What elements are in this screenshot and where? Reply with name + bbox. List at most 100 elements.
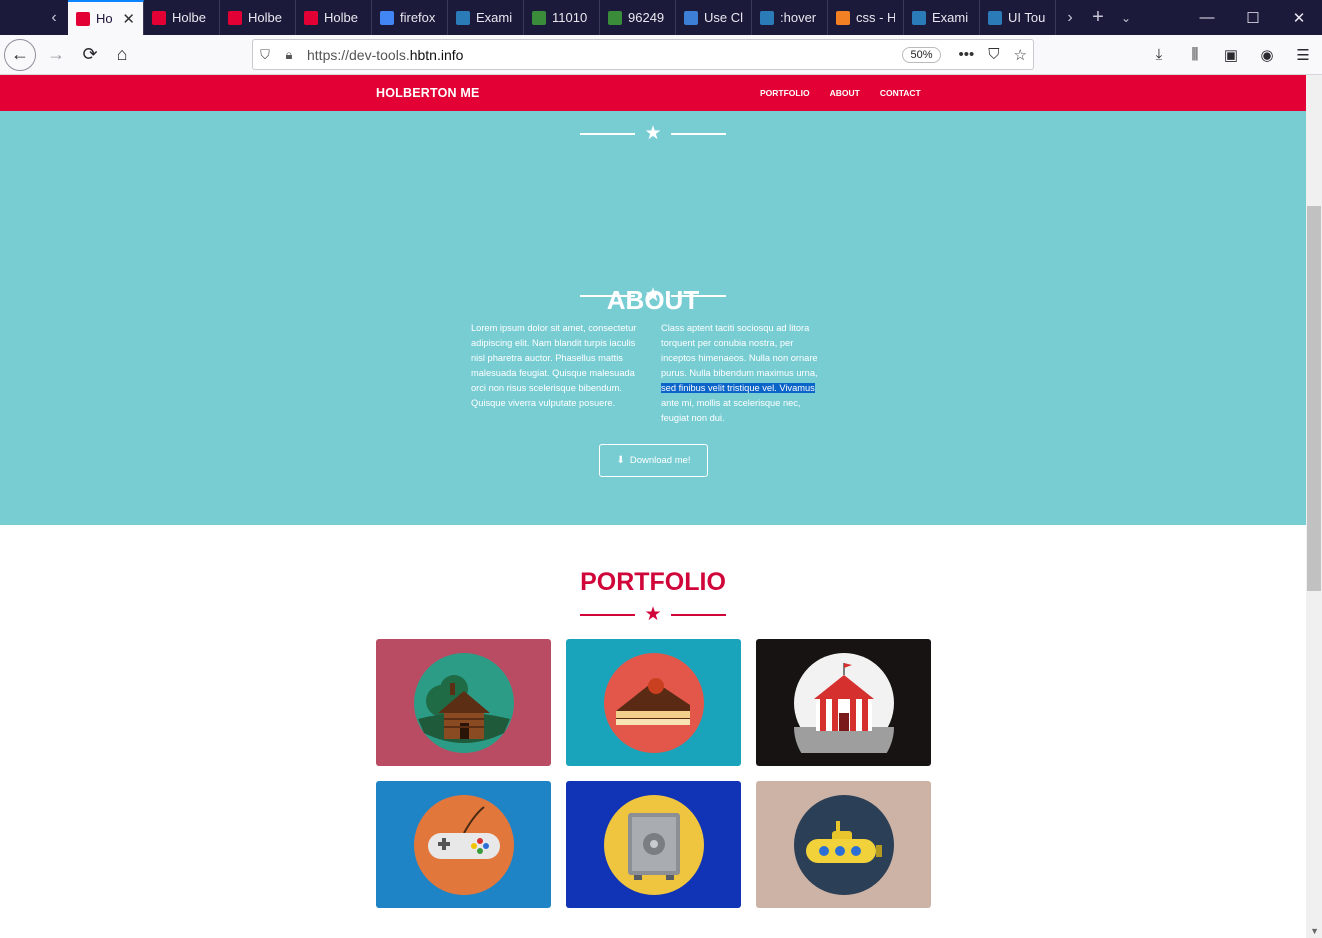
star-icon: ★ [644, 285, 662, 306]
back-icon[interactable]: ← [4, 38, 36, 71]
reload-icon[interactable]: ⟳ [74, 39, 106, 71]
browser-tab[interactable]: css - H [828, 0, 904, 35]
browser-tab[interactable]: Exami [904, 0, 980, 35]
nav-link-contact[interactable]: CONTACT [880, 88, 921, 98]
minimize-icon[interactable]: — [1184, 0, 1230, 35]
url-text[interactable]: https://dev-tools.hbtn.info [307, 47, 902, 63]
tab-title: Exami [932, 10, 969, 25]
tab-title: Holbe [172, 10, 206, 25]
forward-icon[interactable]: → [40, 39, 72, 71]
tab-bar: ‹ Ho ✕ Holbe Holbe Holbe firefox Exami 11010 962… [0, 0, 1322, 35]
tab-scroll-left-icon[interactable]: ‹ [40, 0, 68, 35]
portfolio-item-submarine[interactable] [756, 781, 931, 908]
nav-link-portfolio[interactable]: PORTFOLIO [760, 88, 810, 98]
browser-tab[interactable]: Holbe [296, 0, 372, 35]
navigation-toolbar: ← → ⟳ ⌂ ⛉ 🔒︎ https://dev-tools.hbtn.info… [0, 35, 1322, 75]
seahorse-icon [152, 10, 166, 25]
tracking-shield-icon[interactable]: ⛉ [253, 47, 277, 63]
browser-tab[interactable]: firefox [372, 0, 448, 35]
tab-scroll-right-icon[interactable]: › [1056, 0, 1084, 35]
tab-title: 11010 [552, 10, 588, 25]
tab-title: Ho [96, 11, 113, 26]
tab-title: Exami [476, 10, 513, 25]
browser-tab[interactable]: 11010 [524, 0, 600, 35]
selected-text: sed finibus velit tristique vel. Vivamus [661, 383, 815, 393]
dots-icon [684, 10, 698, 25]
page-scrollbar[interactable]: ▼ [1306, 75, 1322, 938]
menu-icon[interactable]: ☰ [1290, 39, 1316, 70]
seahorse-icon [304, 10, 318, 25]
browser-tab[interactable]: Use Cl [676, 0, 752, 35]
nav-link-about[interactable]: ABOUT [830, 88, 860, 98]
codepen-icon [456, 10, 470, 25]
browser-tab[interactable]: Exami [448, 0, 524, 35]
stackoverflow-icon [836, 10, 850, 25]
site-navbar: HOLBERTON ME PORTFOLIO ABOUT CONTACT [0, 75, 1306, 111]
maximize-icon[interactable]: ☐ [1230, 0, 1276, 35]
tab-list-icon[interactable]: ⌄ [1112, 0, 1140, 35]
portfolio-item-safe[interactable] [566, 781, 741, 908]
portfolio-item-gamepad[interactable] [376, 781, 551, 908]
about-divider: ★ [580, 286, 726, 306]
portfolio-title: PORTFOLIO [580, 568, 726, 596]
scrollbar-thumb[interactable] [1307, 206, 1321, 591]
sidebar-icon[interactable]: ▣ [1218, 39, 1244, 70]
pocket-icon[interactable]: ⛉ [988, 46, 999, 64]
safe-icon [603, 794, 704, 895]
browser-tab[interactable]: Holbe [220, 0, 296, 35]
game-controller-icon [413, 794, 514, 895]
new-tab-icon[interactable]: + [1084, 0, 1112, 35]
bug-icon [532, 10, 546, 25]
page-viewport: HOLBERTON ME PORTFOLIO ABOUT CONTACT ★ A… [0, 75, 1322, 938]
close-window-icon[interactable]: ✕ [1276, 0, 1322, 35]
codepen-icon [912, 10, 926, 25]
seahorse-icon [76, 11, 90, 26]
account-icon[interactable]: ◉ [1254, 39, 1280, 70]
downloads-icon[interactable]: ⤓ [1146, 39, 1172, 70]
browser-tab[interactable]: Ho ✕ [68, 0, 144, 35]
about-section: ★ ABOUT ★ Lorem ipsum dolor sit amet, co… [0, 111, 1306, 525]
library-icon[interactable]: ⫼ [1182, 39, 1208, 70]
star-icon: ★ [644, 604, 662, 625]
browser-tab[interactable]: Holbe [144, 0, 220, 35]
about-text-left: Lorem ipsum dolor sit amet, consectetur … [471, 323, 637, 408]
codepen-icon [760, 10, 774, 25]
portfolio-divider: ★ [580, 605, 726, 625]
google-icon [380, 10, 394, 25]
tab-title: Use Cl [704, 10, 743, 25]
browser-tab[interactable]: :hover [752, 0, 828, 35]
portfolio-item-cabin[interactable] [376, 639, 551, 766]
submarine-icon [793, 794, 894, 895]
bug-icon [608, 10, 622, 25]
tab-title: UI Tou [1008, 10, 1046, 25]
tab-title: Holbe [324, 10, 358, 25]
zoom-indicator[interactable]: 50% [902, 46, 941, 63]
scroll-down-icon[interactable]: ▼ [1310, 926, 1319, 936]
cabin-icon [413, 652, 514, 753]
browser-tab[interactable]: 96249 [600, 0, 676, 35]
site-brand[interactable]: HOLBERTON ME [376, 86, 480, 100]
page-actions-icon[interactable]: ••• [959, 46, 975, 64]
seahorse-icon [228, 10, 242, 25]
tab-title: firefox [400, 10, 436, 25]
address-bar[interactable]: ⛉ 🔒︎ https://dev-tools.hbtn.info 50% •••… [252, 39, 1034, 70]
browser-tab[interactable]: UI Tou [980, 0, 1056, 35]
about-text-right: Class aptent taciti sociosqu ad litora t… [661, 323, 818, 423]
home-icon[interactable]: ⌂ [106, 39, 138, 71]
download-button[interactable]: ⬇ Download me! [599, 444, 708, 477]
close-tab-icon[interactable]: ✕ [122, 10, 135, 28]
circus-tent-icon [793, 652, 894, 753]
star-icon: ★ [644, 123, 662, 144]
tab-title: :hover [780, 10, 817, 25]
portfolio-item-circus[interactable] [756, 639, 931, 766]
bookmark-star-icon[interactable]: ☆ [1014, 46, 1027, 64]
tab-title: css - H [856, 10, 895, 25]
download-icon: ⬇ [616, 455, 625, 466]
portfolio-item-cake[interactable] [566, 639, 741, 766]
tab-title: 96249 [628, 10, 665, 25]
top-divider: ★ [580, 124, 726, 144]
cake-icon [603, 652, 704, 753]
lock-icon[interactable]: 🔒︎ [277, 47, 301, 63]
codepen-icon [988, 10, 1002, 25]
tab-title: Holbe [248, 10, 282, 25]
